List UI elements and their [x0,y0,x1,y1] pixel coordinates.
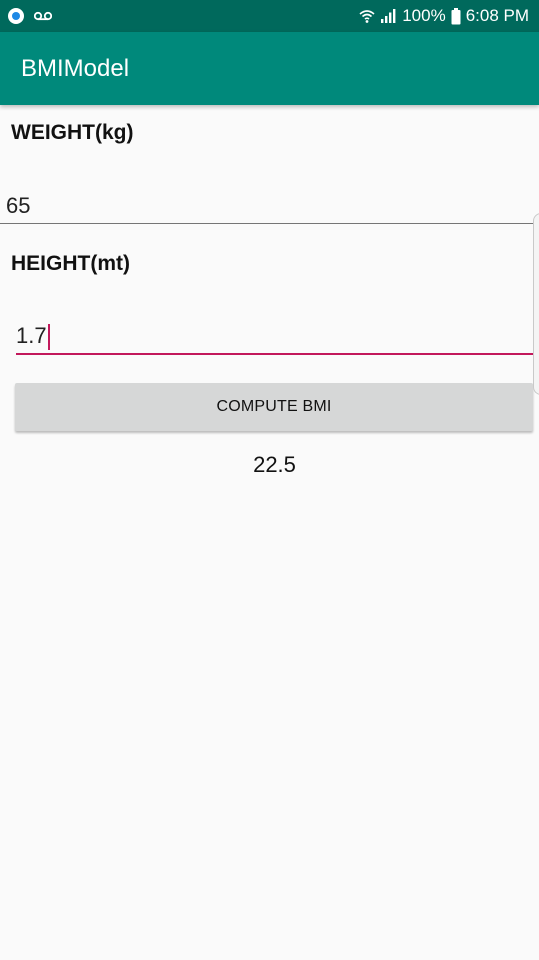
app-bar: BMIModel [0,32,539,105]
status-bar: 100% 6:08 PM [0,0,539,32]
height-label: HEIGHT(mt) [11,252,130,275]
weight-input-value: 65 [6,193,31,218]
status-time: 6:08 PM [465,6,529,25]
weight-input[interactable]: 65 [0,193,539,224]
status-right: 100% 6:08 PM [359,5,529,27]
bmi-result: 22.5 [253,452,296,477]
height-input-value: 1.7 [16,323,47,348]
battery-icon [451,7,461,25]
edge-panel-handle[interactable] [533,213,539,395]
voicemail-icon [34,11,52,21]
text-cursor [48,324,50,350]
height-input[interactable]: 1.7 [16,321,533,355]
status-left [8,7,52,25]
weight-label: WEIGHT(kg) [11,121,134,144]
bmi-screen: 100% 6:08 PM BMIModel WEIGHT(kg) 65 HEIG… [0,0,539,960]
app-title: BMIModel [21,55,130,82]
cell-signal-icon [380,8,397,24]
battery-percent: 100% [402,6,446,25]
wifi-icon [359,8,375,24]
compute-bmi-button[interactable]: COMPUTE BMI [15,383,533,431]
app-notification-icon [8,8,24,24]
